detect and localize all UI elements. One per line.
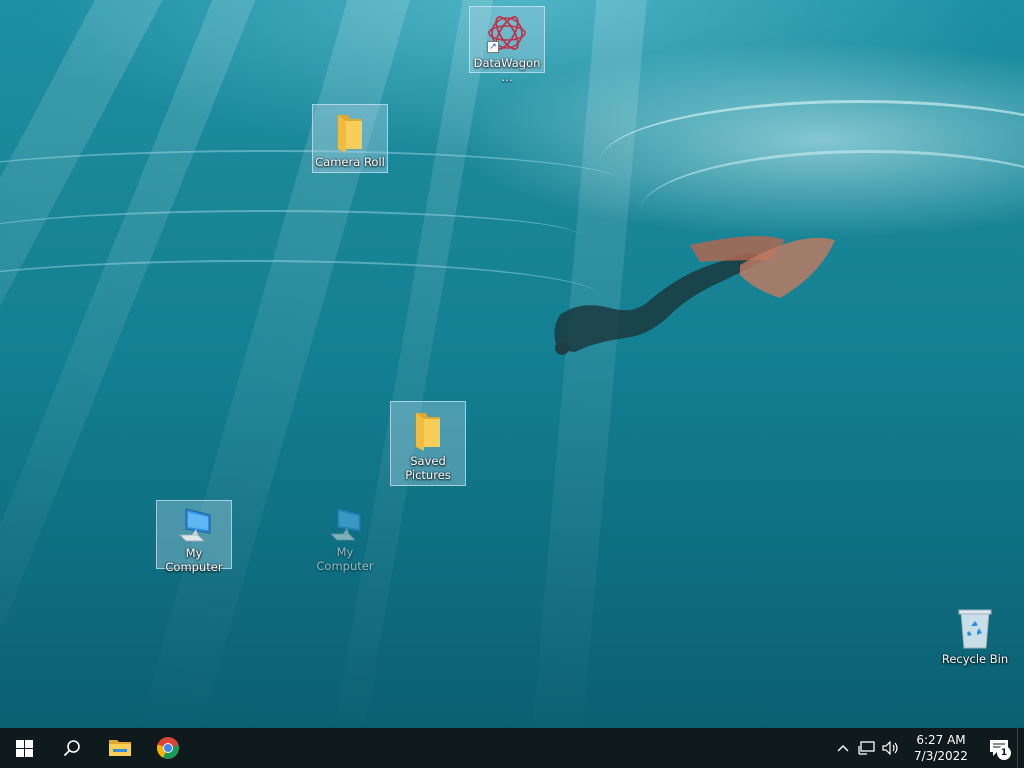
clock[interactable]: 6:27 AM 7/3/2022 <box>909 732 973 764</box>
wave-line <box>0 210 580 262</box>
windows-logo-icon <box>15 739 33 757</box>
action-center-button[interactable]: 1 <box>981 728 1017 768</box>
shortcut-arrow-icon: ↗ <box>487 41 499 53</box>
computer-icon <box>170 505 218 545</box>
folder-icon <box>326 109 374 154</box>
desktop-icon-label: DataWagon... <box>473 56 541 84</box>
datawagon-icon: ↗ <box>483 11 531 55</box>
taskbar: 6:27 AM 7/3/2022 1 <box>0 728 1024 768</box>
folder-icon <box>109 740 131 756</box>
clock-time: 6:27 AM <box>916 733 966 747</box>
search-button[interactable] <box>48 728 96 768</box>
desktop-icon-label: Camera Roll <box>315 155 385 169</box>
freediver-wallpaper-figure <box>554 236 835 355</box>
desktop-icon-saved-pictures[interactable]: Saved Pictures <box>390 401 466 486</box>
desktop[interactable]: ↗ DataWagon... Camera Roll Saved Picture… <box>0 0 1024 728</box>
search-icon <box>63 740 80 757</box>
desktop-icon-my-computer[interactable]: My Computer <box>156 500 232 574</box>
desktop-icon-label: Saved Pictures <box>405 454 451 482</box>
show-desktop-button[interactable] <box>1017 728 1024 768</box>
chrome-button[interactable] <box>144 728 192 768</box>
folder-icon <box>404 406 452 453</box>
desktop-icon-datawagon[interactable]: ↗ DataWagon... <box>469 6 545 84</box>
volume-button[interactable] <box>879 728 903 768</box>
wave-line <box>0 150 620 212</box>
desktop-icon-recycle-bin[interactable]: Recycle Bin <box>937 600 1013 669</box>
start-button[interactable] <box>0 728 48 768</box>
speaker-icon <box>882 741 898 755</box>
notification-count-badge: 1 <box>997 746 1011 760</box>
desktop-icon-label: Recycle Bin <box>941 652 1009 666</box>
wave-line <box>0 260 600 332</box>
file-explorer-button[interactable] <box>96 728 144 768</box>
desktop-icon-label: My Computer <box>165 546 223 574</box>
desktop-icon-camera-roll[interactable]: Camera Roll <box>312 104 388 173</box>
chrome-icon <box>156 737 179 759</box>
network-button[interactable] <box>855 728 879 768</box>
computer-icon <box>321 504 369 544</box>
chevron-up-icon <box>837 745 849 752</box>
recycle-bin-icon <box>951 604 999 651</box>
desktop-icon-label: My Computer <box>316 545 374 573</box>
system-tray: 6:27 AM 7/3/2022 1 <box>831 728 1024 768</box>
desktop-icon-my-computer-drag-ghost: My Computer <box>307 500 383 573</box>
clock-date: 7/3/2022 <box>914 749 968 763</box>
network-icon <box>858 741 875 755</box>
show-hidden-icons-button[interactable] <box>831 728 855 768</box>
